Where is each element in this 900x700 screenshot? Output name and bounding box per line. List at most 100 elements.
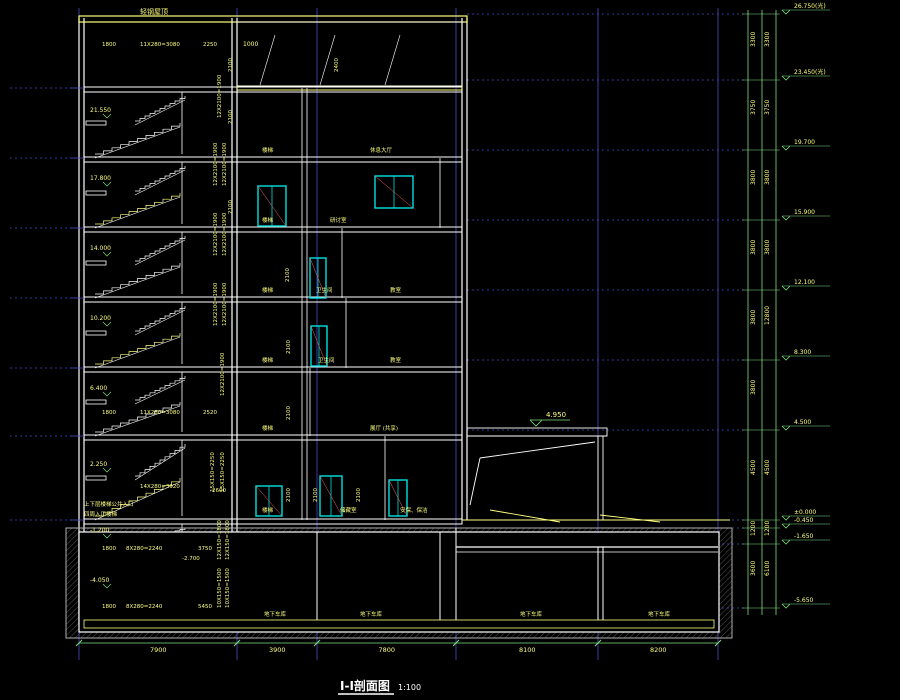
canopy-level-label: 4.950 — [546, 411, 566, 419]
door-height: 2100 — [228, 200, 234, 214]
stair-level-value: 17.800 — [90, 175, 111, 182]
room-label: 地下车库 — [264, 610, 287, 618]
stair-dimension: 1800 — [102, 410, 116, 416]
room-label: 楼梯 — [262, 356, 274, 364]
roof-label: 轻钢屋顶 — [140, 7, 168, 16]
stair-dimension: 12X2100=1900 — [220, 352, 226, 396]
dimension-inner: 3800 — [750, 240, 757, 255]
room-label: 地下车库 — [360, 610, 383, 618]
room-label: 展厅 (共享) — [370, 424, 398, 432]
dimension-inner: 3600 — [750, 561, 757, 576]
stair-dimension: 10X150=1500 — [217, 568, 223, 608]
section-drawing: 4.950 轻钢屋顶 楼梯 休息大厅楼梯 研讨室楼梯 卫生间 教室楼梯 卫生间 教室楼梯 展厅… — [0, 0, 900, 700]
dimension-outer: 1200 — [764, 521, 771, 536]
elevation-value: 19.700 — [794, 139, 815, 146]
stair-dimension: 12X150=1800 — [225, 520, 231, 560]
title-scale: 1:100 — [398, 683, 421, 692]
bottom-dimension: 8100 — [519, 646, 536, 654]
stair-dimension: 3750 — [198, 546, 212, 552]
stair-dimension: 12X2100=1900 — [213, 212, 219, 256]
elevation-value: -5.650 — [794, 597, 814, 604]
room-label: 楼梯 — [262, 424, 274, 432]
stair-dimension: 2520 — [203, 410, 217, 416]
stair-dimension: 8X280=2240 — [126, 546, 163, 552]
stair-level-value: 21.550 — [90, 107, 111, 114]
dimension-inner: 3800 — [750, 170, 757, 185]
door-height: 2400 — [334, 58, 340, 72]
stair-dimension: 8X280=2240 — [126, 604, 163, 610]
stair-dimension: 2600 — [212, 488, 226, 494]
stair-dimension: 1800 — [102, 42, 116, 48]
room-label: 休息大厅 — [370, 146, 393, 154]
room-label: 地下车库 — [520, 610, 543, 618]
top-dim-left: 1000 — [243, 41, 258, 48]
stair-level-value: -1.200 — [90, 527, 110, 534]
dimension-inner: 1200 — [750, 521, 757, 536]
stair-level-value: 14.000 — [90, 245, 111, 252]
dimension-inner: 3800 — [750, 380, 757, 395]
stair-dimension: 15X150=2250 — [210, 452, 216, 492]
elevation-value: -1.650 — [794, 533, 814, 540]
elevation-value: 23.450(光) — [794, 68, 826, 76]
stair-dimension: 12X2100=1900 — [222, 212, 228, 256]
room-label: 楼梯 — [262, 216, 274, 224]
dimension-inner: 3300 — [750, 32, 757, 47]
stair-dimension: 11X280=3080 — [140, 42, 180, 48]
stair-level-value: 10.200 — [90, 315, 111, 322]
dimension-inner: 3750 — [750, 100, 757, 115]
door-height: 2100 — [285, 268, 291, 282]
dimension-outer: 6100 — [764, 561, 771, 576]
elevation-value: -0.450 — [794, 517, 814, 524]
dimension-outer: 3300 — [764, 32, 771, 47]
stair-dimension: 12X150=1800 — [217, 520, 223, 560]
elevation-value: ±0.000 — [794, 509, 816, 516]
room-label: 储藏室 — [340, 506, 357, 514]
stair-dimension: 14X280=3920 — [140, 484, 180, 490]
dimension-outer: 4500 — [764, 460, 771, 475]
room-label: 教室 — [390, 286, 402, 294]
elevation-value: 26.750(光) — [794, 2, 826, 10]
basement — [65, 527, 733, 639]
elevation-value: 8.300 — [794, 349, 811, 356]
door-height: 2100 — [286, 406, 292, 420]
door-height: 2100 — [286, 340, 292, 354]
room-label: 地下车库 — [648, 610, 671, 618]
stair-dimension: 12X2100=1900 — [213, 282, 219, 326]
room-label: 安保、保洁 — [400, 506, 428, 514]
room-label: 楼梯 — [262, 146, 274, 154]
dimension-inner: 4500 — [750, 460, 757, 475]
elevation-value: 12.100 — [794, 279, 815, 286]
bottom-dimension: 7800 — [379, 646, 396, 654]
bottom-dimension: 3900 — [269, 646, 286, 654]
stair-level-value: -4.050 — [90, 577, 110, 584]
stair-dimension: 2250 — [203, 42, 217, 48]
stair-dimension: 12X2100=1900 — [217, 74, 223, 118]
stair-level-value: 2.250 — [90, 461, 107, 468]
bottom-dimension: 8200 — [650, 646, 667, 654]
room-label: 卫生间 — [318, 356, 335, 364]
dimension-outer: 3750 — [764, 100, 771, 115]
door-height: 2100 — [356, 488, 362, 502]
title-text: I-I剖面图 — [340, 678, 390, 693]
room-label: 教室 — [390, 356, 402, 364]
stair-dimension: 15X150=2250 — [220, 452, 226, 492]
elevation-value: 15.900 — [794, 209, 815, 216]
stair-dimension: 1800 — [102, 546, 116, 552]
stair-dimension: 12X2100=1900 — [213, 142, 219, 186]
dimension-inner: 3800 — [750, 310, 757, 325]
stair-dimension: 上下层楼梯公共入口 — [84, 500, 134, 508]
stair-dimension: 1800 — [102, 604, 116, 610]
door-height: 2100 — [228, 110, 234, 124]
room-label: 楼梯 — [262, 286, 274, 294]
door-height: 2100 — [228, 58, 234, 72]
stair-dimension: -2.700 — [182, 556, 200, 562]
stair-level-value: 6.400 — [90, 385, 107, 392]
dimension-outer: 12800 — [764, 306, 771, 325]
stair-dimension: 11X280=3080 — [140, 410, 180, 416]
stair-dimension: 四周入口楼梯 — [84, 510, 118, 518]
door-height: 2100 — [313, 488, 319, 502]
room-label: 卫生间 — [316, 286, 333, 294]
room-label: 研讨室 — [330, 216, 347, 224]
dimension-outer: 3800 — [764, 240, 771, 255]
room-label: 楼梯 — [262, 506, 274, 514]
